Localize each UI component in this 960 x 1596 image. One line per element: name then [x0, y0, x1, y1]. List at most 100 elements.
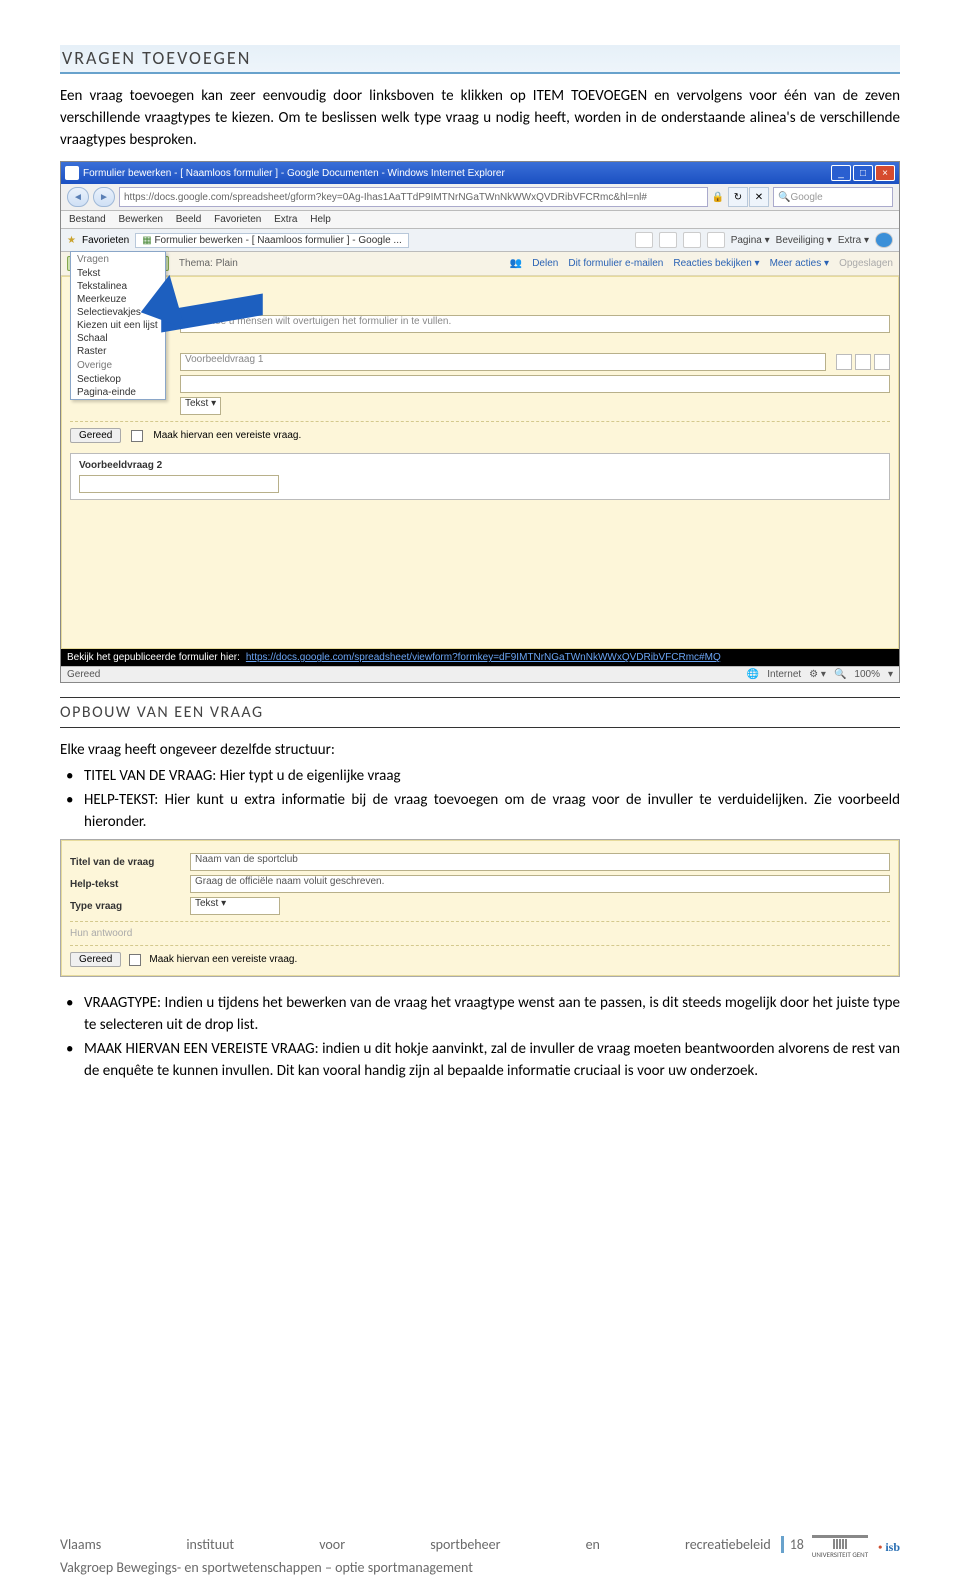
ie-menu[interactable]: Extra ▾ [838, 235, 869, 246]
star-icon[interactable]: ★ [67, 235, 76, 246]
page-footer: Vlaams instituut voor sportbeheer en rec… [60, 1535, 900, 1576]
dropdown-header: Overige [71, 358, 165, 373]
nav-back[interactable]: ◄ [67, 187, 89, 207]
edit-icon[interactable] [836, 354, 852, 370]
footer-word: recreatiebeleid [685, 1536, 771, 1553]
browser-tab[interactable]: ▦ Formulier bewerken - [ Naamloos formul… [135, 233, 409, 248]
required-checkbox[interactable] [129, 954, 141, 966]
help-text-input[interactable] [180, 375, 890, 393]
form-hint-input[interactable]: waarmee u mensen wilt overtuigen het for… [180, 315, 890, 333]
bullet-list-1: TITEL VAN DE VRAAG: Hier typt u de eigen… [60, 766, 900, 833]
ie-menu[interactable]: Pagina ▾ [731, 235, 770, 246]
publish-label: Bekijk het gepubliceerde formulier hier: [67, 652, 240, 663]
menu-item[interactable]: Favorieten [214, 214, 261, 225]
google-doc-toolbar: ✚ Item toevoegen ▾ Thema: Plain 👥 Delen … [61, 252, 899, 276]
bullet-item: VRAAGTYPE: Indien u tijdens het bewerken… [84, 993, 900, 1037]
bullet-item: TITEL VAN DE VRAAG: Hier typt u de eigen… [84, 766, 900, 788]
search-field[interactable]: 🔍 Google [773, 187, 893, 207]
theme-label[interactable]: Thema: Plain [179, 258, 238, 269]
footer-word: en [586, 1536, 600, 1553]
responses-link[interactable]: Reacties bekijken ▾ [673, 258, 759, 269]
help-icon[interactable] [875, 232, 893, 248]
done-button[interactable]: Gereed [70, 428, 121, 443]
field-label: Type vraag [70, 901, 180, 912]
ie-icon [65, 166, 79, 180]
menu-item[interactable]: Bewerken [118, 214, 162, 225]
email-form-link[interactable]: Dit formulier e-mailen [568, 258, 663, 269]
zoom-icon: 🔍 [834, 669, 846, 680]
publish-bar: Bekijk het gepubliceerde formulier hier:… [61, 649, 899, 666]
bullet-list-2: VRAAGTYPE: Indien u tijdens het bewerken… [60, 993, 900, 1082]
copy-icon[interactable] [855, 354, 871, 370]
more-actions-link[interactable]: Meer acties ▾ [770, 258, 830, 269]
dropdown-header: Vragen [71, 252, 165, 267]
isb-logo: isb [878, 1540, 900, 1555]
stop-button[interactable]: ✕ [749, 187, 769, 207]
field-label: Titel van de vraag [70, 857, 180, 868]
refresh-button[interactable]: ↻ [728, 187, 748, 207]
saved-label: Opgeslagen [839, 258, 893, 269]
type-select[interactable]: Tekst ▾ [180, 397, 221, 415]
footer-word: Vlaams [60, 1536, 101, 1553]
menu-item[interactable]: Bestand [69, 214, 106, 225]
required-checkbox[interactable] [131, 430, 143, 442]
help-text-input[interactable]: Graag de officiële naam voluit geschreve… [190, 875, 890, 893]
screenshot-question-editor: Titel van de vraag Naam van de sportclub… [60, 839, 900, 977]
sharing-icon: 👥 [510, 258, 522, 269]
status-text: Gereed [67, 669, 100, 680]
ie-status-bar: Gereed 🌐 Internet ⚙ ▾ 🔍 100% ▾ [61, 666, 899, 682]
feeds-button[interactable] [659, 232, 677, 248]
bullet-item: HELP-TEKST: Hier kunt u extra informatie… [84, 790, 900, 834]
menu-item[interactable]: Help [310, 214, 331, 225]
dropdown-item[interactable]: Pagina-einde [71, 386, 165, 399]
form-editing-area: Vragen Tekst Tekstalinea Meerkeuze Selec… [61, 276, 899, 649]
screenshot-ie-form: Formulier bewerken - [ Naamloos formulie… [60, 161, 900, 683]
delete-icon[interactable] [874, 354, 890, 370]
window-close[interactable]: × [875, 165, 895, 181]
dropdown-item[interactable]: Raster [71, 345, 165, 358]
sample-answer-input[interactable] [79, 475, 279, 493]
window-titlebar: Formulier bewerken - [ Naamloos formulie… [61, 162, 899, 184]
type-select[interactable]: Tekst ▾ [190, 897, 280, 915]
field-label: Help-tekst [70, 879, 180, 890]
url-field[interactable]: https://docs.google.com/spreadsheet/gfor… [119, 187, 708, 207]
answer-placeholder: Hun antwoord [70, 921, 890, 939]
required-label: Maak hiervan een vereiste vraag. [153, 430, 301, 441]
window-minimize[interactable]: _ [831, 165, 851, 181]
globe-icon: 🌐 [747, 669, 759, 680]
section-heading-1: VRAGEN TOEVOEGEN [60, 45, 900, 74]
home-button[interactable] [635, 232, 653, 248]
address-bar-row: ◄ ► https://docs.google.com/spreadsheet/… [61, 184, 899, 211]
protected-icon: ⚙ ▾ [809, 669, 826, 680]
footer-word: instituut [186, 1536, 234, 1553]
footer-line-2: Vakgroep Bewegings- en sportwetenschappe… [60, 1559, 900, 1576]
bullet-item: MAAK HIERVAN EEN VEREISTE VRAAG: indien … [84, 1039, 900, 1083]
footer-word: sportbeheer [430, 1536, 500, 1553]
window-maximize[interactable]: □ [853, 165, 873, 181]
nav-forward[interactable]: ► [93, 187, 115, 207]
page-number: 18 [781, 1536, 804, 1553]
required-label: Maak hiervan een vereiste vraag. [149, 954, 297, 965]
ugent-logo: UNIVERSITEIT GENT [812, 1535, 868, 1559]
question-title-input[interactable]: Naam van de sportclub [190, 853, 890, 871]
publish-link[interactable]: https://docs.google.com/spreadsheet/view… [246, 652, 721, 663]
sample-question-preview: Voorbeeldvraag 2 [70, 453, 890, 500]
question-title-input[interactable]: Voorbeeldvraag 1 [180, 353, 826, 371]
mail-button[interactable] [683, 232, 701, 248]
lock-icon: 🔒 [712, 192, 724, 203]
ie-menu[interactable]: Beveiliging ▾ [776, 235, 832, 246]
menu-item[interactable]: Extra [274, 214, 297, 225]
status-zoom[interactable]: 100% [854, 669, 880, 680]
dropdown-item[interactable]: Sectiekop [71, 373, 165, 386]
share-link[interactable]: Delen [532, 258, 558, 269]
sample-question-title: Voorbeeldvraag 2 [79, 460, 881, 471]
done-button[interactable]: Gereed [70, 952, 121, 967]
print-button[interactable] [707, 232, 725, 248]
ie-menubar: Bestand Bewerken Beeld Favorieten Extra … [61, 211, 899, 229]
lead-sentence: Elke vraag heeft ongeveer dezelfde struc… [60, 740, 900, 762]
menu-item[interactable]: Beeld [176, 214, 202, 225]
favorites-label: Favorieten [82, 235, 129, 246]
intro-paragraph: Een vraag toevoegen kan zeer eenvoudig d… [60, 86, 900, 151]
status-internet: Internet [767, 669, 801, 680]
favorites-bar: ★ Favorieten ▦ Formulier bewerken - [ Na… [61, 229, 899, 252]
